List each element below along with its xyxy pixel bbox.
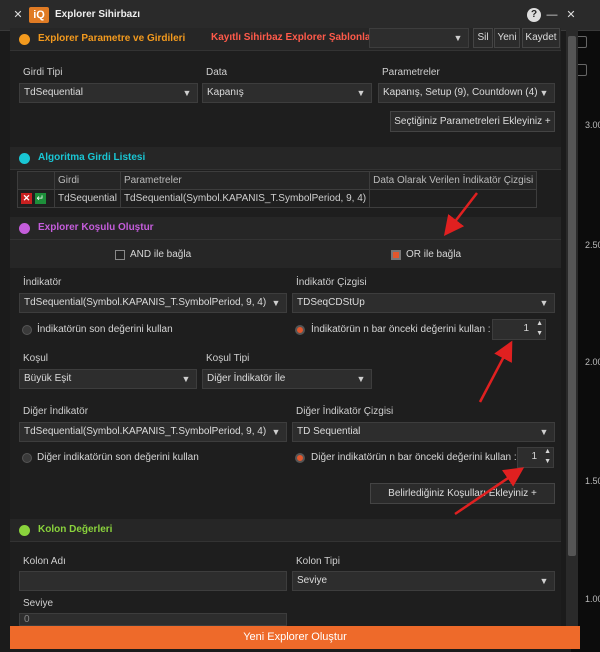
arrow-icon [478, 340, 513, 403]
annotation-arrows [443, 192, 525, 516]
arrow-icon [443, 192, 478, 236]
arrow-icon [454, 467, 525, 516]
